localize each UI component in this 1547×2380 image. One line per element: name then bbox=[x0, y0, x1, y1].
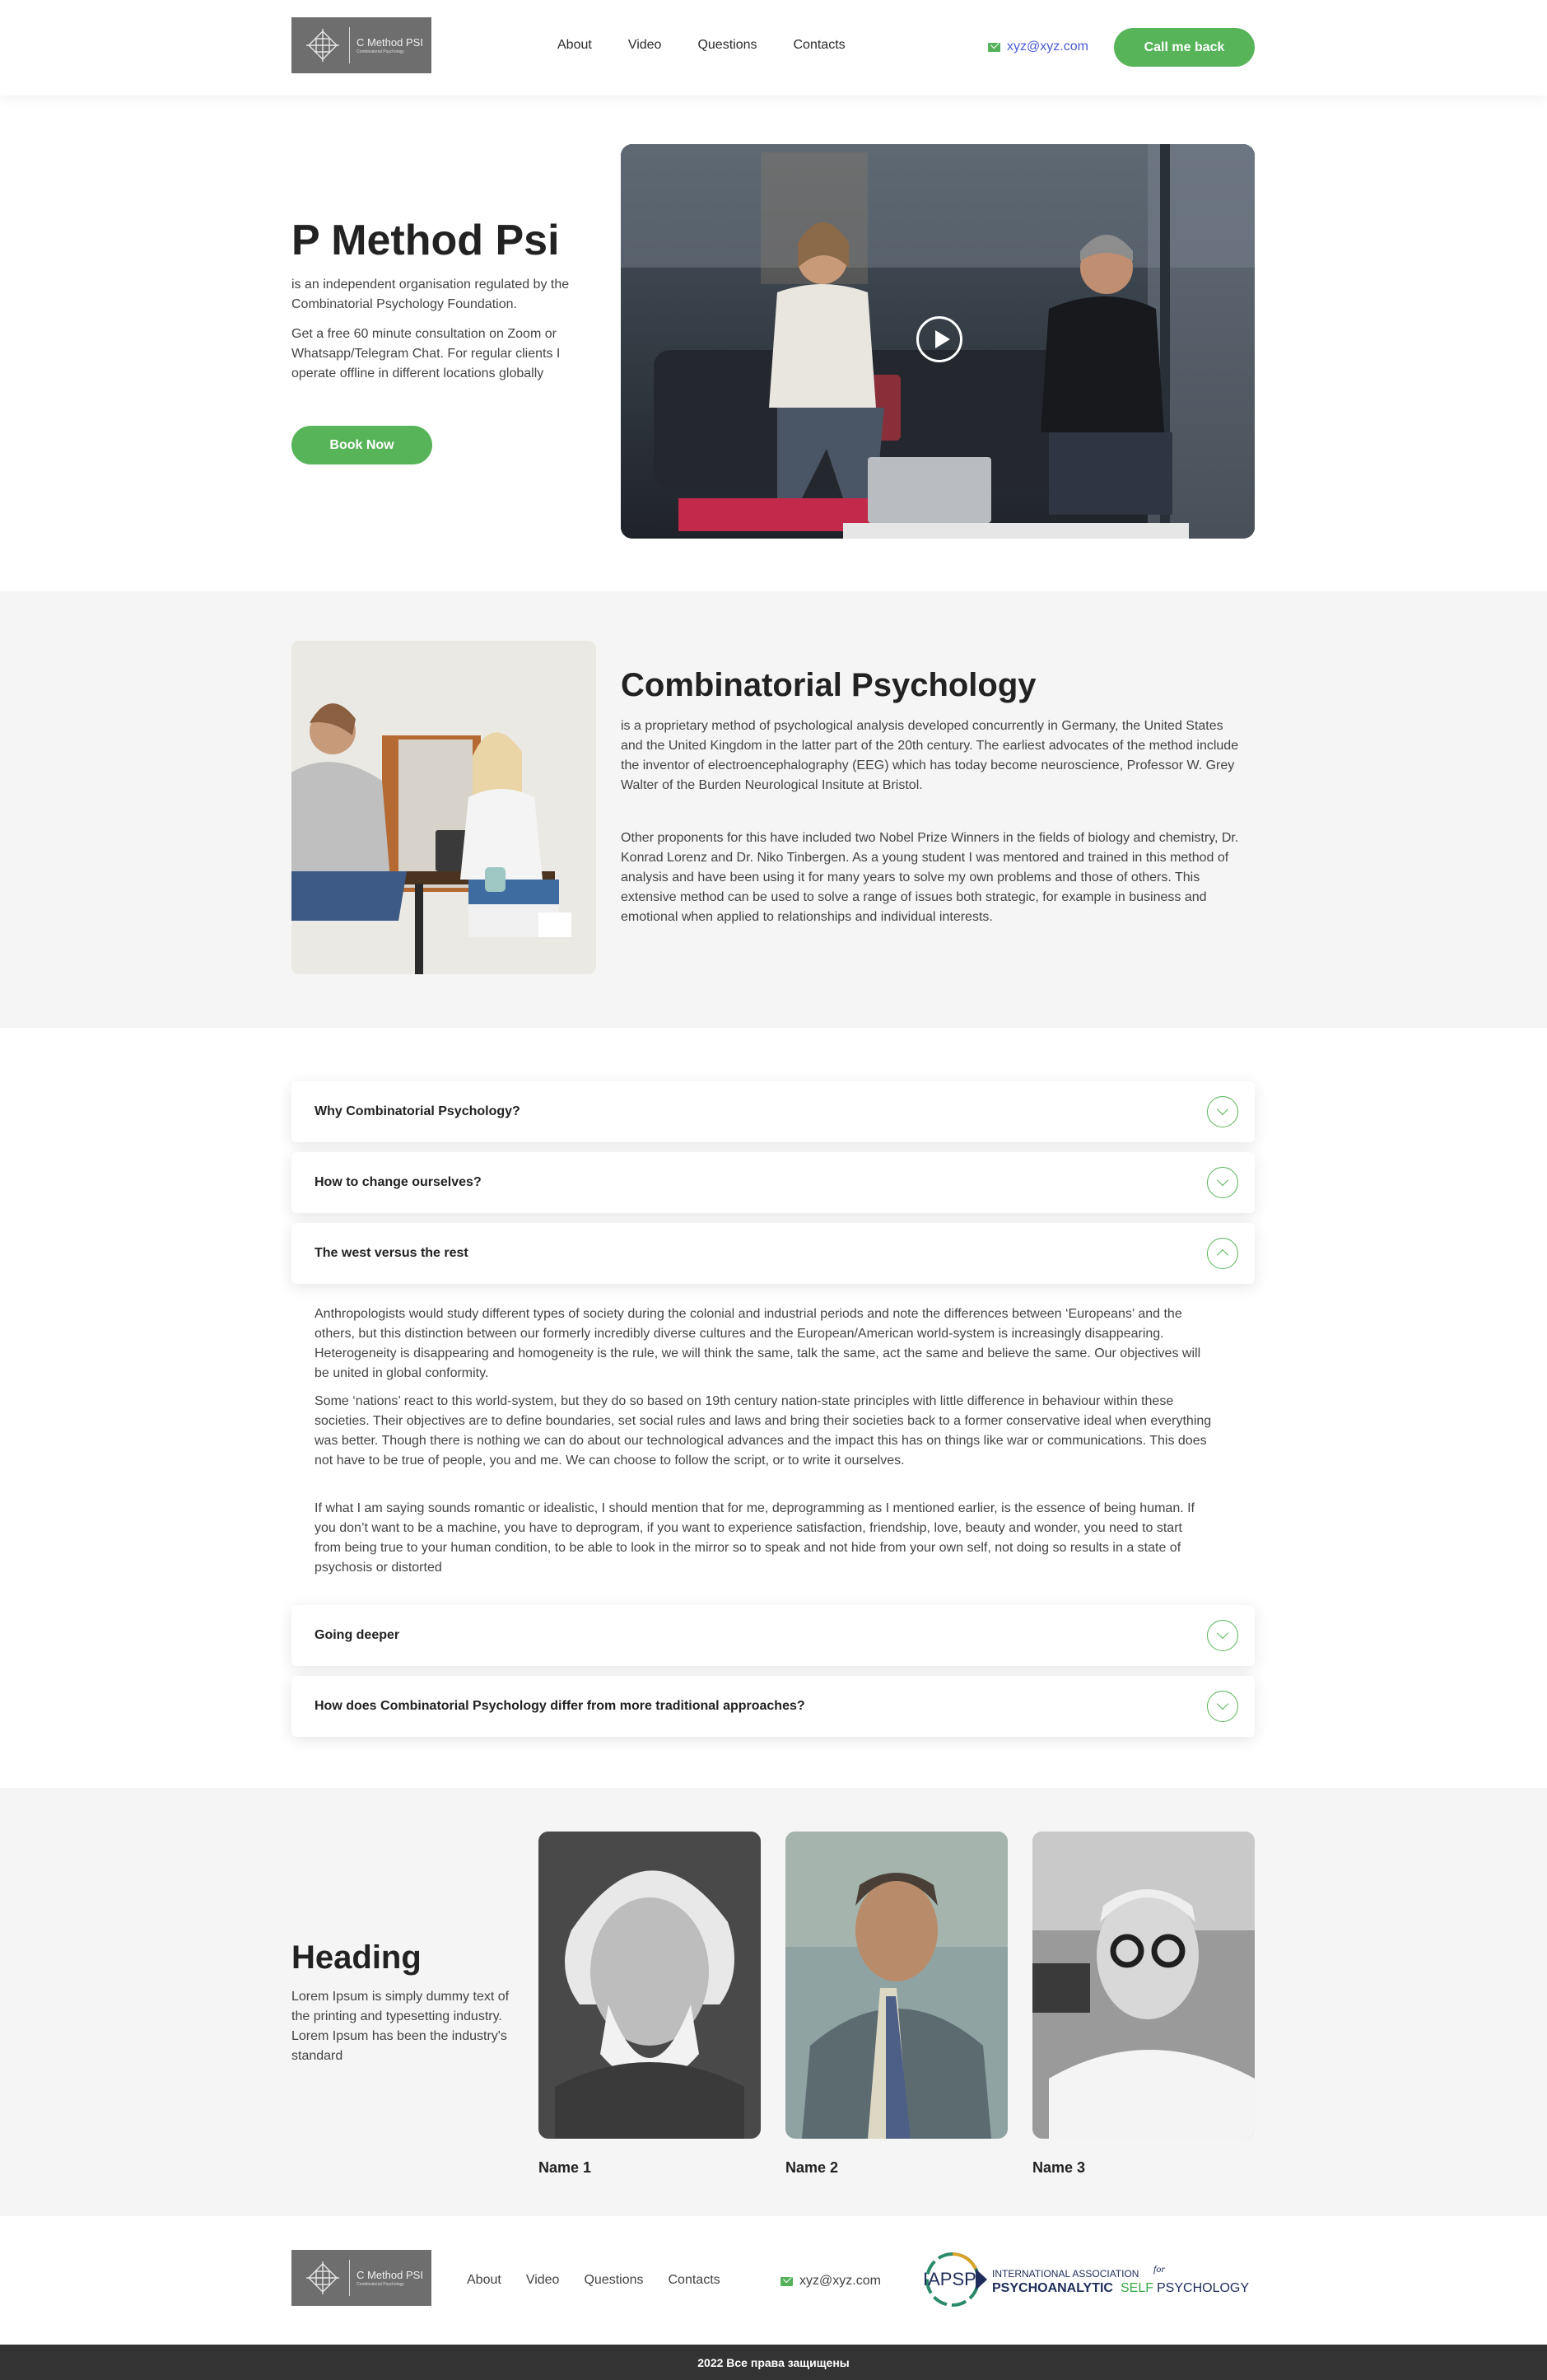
footer-nav-questions[interactable]: Questions bbox=[584, 2273, 643, 2288]
logo-title: C Method PSI bbox=[356, 2268, 423, 2281]
faq-item[interactable]: How to change ourselves? bbox=[291, 1152, 1255, 1213]
logo-subtitle: Combinatorial Psychology bbox=[356, 49, 404, 54]
about-photo bbox=[291, 641, 596, 974]
envelope-icon bbox=[780, 2276, 793, 2286]
logo-divider bbox=[349, 2260, 350, 2296]
footer-logo[interactable]: C Method PSI Combinatorial Psychology bbox=[291, 2250, 431, 2306]
brand-logo[interactable]: C Method PSI Combinatorial Psychology bbox=[291, 17, 431, 73]
faq-answer-paragraph-2: Some ‘nations’ react to this world-syste… bbox=[315, 1394, 1212, 1468]
team-member-name: Name 2 bbox=[785, 2159, 839, 2176]
iapsp-logo[interactable]: IAPSP INTERNATIONAL ASSOCIATION for PSYC… bbox=[920, 2251, 1257, 2308]
main-nav: About Video Questions Contacts bbox=[557, 38, 882, 53]
nav-about[interactable]: About bbox=[557, 38, 592, 53]
header-email-text: xyz@xyz.com bbox=[1007, 40, 1088, 54]
team-member-photo bbox=[1032, 1832, 1255, 2139]
footer-nav-about[interactable]: About bbox=[467, 2273, 501, 2288]
envelope-icon bbox=[988, 42, 1000, 52]
logo-mark-icon bbox=[303, 26, 342, 65]
chevron-down-icon[interactable] bbox=[1207, 1691, 1238, 1722]
hero-consultation-text: Get a free 60 minute consultation on Zoo… bbox=[291, 327, 561, 380]
faq-answer-paragraph-1: Anthropologists would study different ty… bbox=[315, 1307, 1201, 1380]
nav-contacts[interactable]: Contacts bbox=[794, 38, 846, 53]
team-member-photo bbox=[538, 1832, 761, 2139]
footer-nav-video[interactable]: Video bbox=[526, 2273, 560, 2288]
team-member-name: Name 1 bbox=[538, 2159, 592, 2176]
about-paragraph-1: is a proprietary method of psychological… bbox=[621, 719, 1239, 792]
iapsp-line2c: PSYCHOLOGY bbox=[1157, 2281, 1249, 2295]
team-text: Lorem Ipsum is simply dummy text of the … bbox=[291, 1990, 510, 2063]
faq-question: The west versus the rest bbox=[315, 1246, 468, 1260]
book-now-button[interactable]: Book Now bbox=[291, 426, 432, 464]
hero-intro: is an independent organisation regulated… bbox=[291, 278, 570, 311]
faq-item[interactable]: Going deeper bbox=[291, 1605, 1255, 1666]
faq-answer-paragraph-3: If what I am saying sounds romantic or i… bbox=[315, 1501, 1195, 1575]
call-me-back-button[interactable]: Call me back bbox=[1114, 28, 1255, 67]
team-heading: Heading bbox=[291, 1939, 422, 1976]
footer-nav: About Video Questions Contacts bbox=[467, 2273, 745, 2288]
team-section: Heading Lorem Ipsum is simply dummy text… bbox=[0, 1788, 1547, 2216]
site-header: C Method PSI Combinatorial Psychology Ab… bbox=[0, 0, 1547, 96]
team-member-photo bbox=[785, 1832, 1008, 2139]
logo-title: C Method PSI bbox=[356, 35, 423, 49]
nav-questions[interactable]: Questions bbox=[697, 38, 757, 53]
faq-item[interactable]: Why Combinatorial Psychology? bbox=[291, 1081, 1255, 1142]
about-paragraph-2: Other proponents for this have included … bbox=[621, 831, 1239, 924]
chevron-up-icon[interactable] bbox=[1207, 1238, 1238, 1269]
copyright-text: 2022 Все права защищены bbox=[697, 2355, 850, 2369]
faq-question: How to change ourselves? bbox=[315, 1175, 482, 1189]
header-email-link[interactable]: xyz@xyz.com bbox=[988, 40, 1088, 54]
team-member-name: Name 3 bbox=[1032, 2159, 1086, 2176]
iapsp-for: for bbox=[1153, 2263, 1165, 2275]
iapsp-abbr: IAPSP bbox=[923, 2269, 976, 2289]
faq-item-expanded[interactable]: The west versus the rest bbox=[291, 1223, 1255, 1284]
play-icon[interactable] bbox=[916, 316, 962, 362]
faq-question: Going deeper bbox=[315, 1628, 400, 1642]
hero-video[interactable] bbox=[621, 144, 1255, 539]
about-section: Combinatorial Psychology is a proprietar… bbox=[0, 591, 1547, 1028]
about-title: Combinatorial Psychology bbox=[621, 667, 1037, 703]
logo-subtitle: Combinatorial Psychology bbox=[356, 2281, 404, 2287]
chevron-down-icon[interactable] bbox=[1207, 1620, 1238, 1651]
faq-question: How does Combinatorial Psychology differ… bbox=[315, 1699, 805, 1713]
logo-divider bbox=[349, 27, 350, 63]
footer-email-text: xyz@xyz.com bbox=[799, 2274, 881, 2288]
chevron-down-icon[interactable] bbox=[1207, 1167, 1238, 1198]
chevron-down-icon[interactable] bbox=[1207, 1096, 1238, 1127]
hero-title: P Method Psi bbox=[291, 217, 560, 264]
iapsp-line1: INTERNATIONAL ASSOCIATION bbox=[992, 2268, 1139, 2280]
nav-video[interactable]: Video bbox=[628, 38, 662, 53]
faq-question: Why Combinatorial Psychology? bbox=[315, 1104, 520, 1118]
copyright-bar: 2022 Все права защищены bbox=[0, 2345, 1547, 2380]
iapsp-line2b: SELF bbox=[1121, 2281, 1153, 2295]
faq-item[interactable]: How does Combinatorial Psychology differ… bbox=[291, 1676, 1255, 1737]
iapsp-line2a: PSYCHOANALYTIC bbox=[992, 2281, 1113, 2295]
footer-nav-contacts[interactable]: Contacts bbox=[669, 2273, 720, 2288]
logo-mark-icon bbox=[303, 2258, 342, 2298]
footer-email-link[interactable]: xyz@xyz.com bbox=[780, 2274, 881, 2289]
